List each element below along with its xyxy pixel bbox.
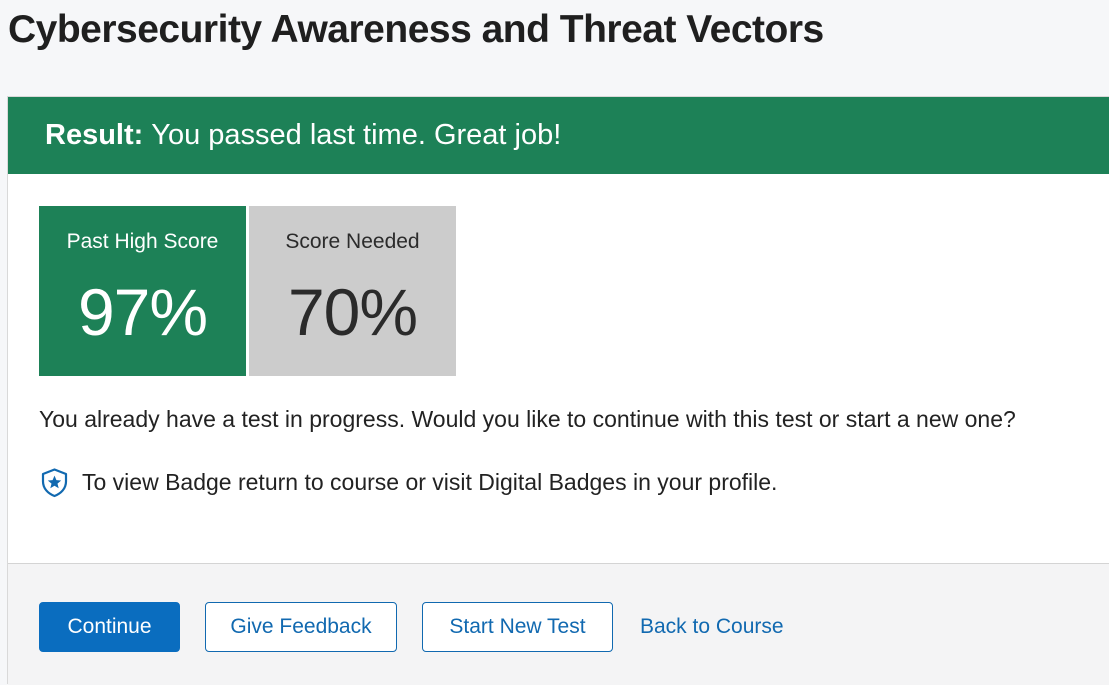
past-high-score-box: Past High Score 97% <box>39 206 246 376</box>
action-footer: Continue Give Feedback Start New Test Ba… <box>8 563 1109 685</box>
continue-button[interactable]: Continue <box>39 602 180 652</box>
back-to-course-link[interactable]: Back to Course <box>640 602 784 652</box>
test-result-card: Result: You passed last time. Great job!… <box>7 96 1109 685</box>
start-new-test-button[interactable]: Start New Test <box>422 602 613 652</box>
score-needed-caption: Score Needed <box>285 230 420 253</box>
score-needed-value: 70% <box>287 275 418 349</box>
score-needed-box: Score Needed 70% <box>249 206 456 376</box>
page-title: Cybersecurity Awareness and Threat Vecto… <box>8 8 824 51</box>
result-banner: Result: You passed last time. Great job! <box>8 97 1109 174</box>
result-message: You passed last time. Great job! <box>151 119 562 151</box>
badge-shield-star-icon <box>39 467 70 498</box>
give-feedback-button[interactable]: Give Feedback <box>205 602 397 652</box>
badge-note: To view Badge return to course or visit … <box>39 466 777 498</box>
test-in-progress-message: You already have a test in progress. Wou… <box>39 406 1016 432</box>
badge-note-text: To view Badge return to course or visit … <box>82 469 778 495</box>
past-high-score-value: 97% <box>77 275 208 349</box>
past-high-score-caption: Past High Score <box>66 230 219 253</box>
result-label: Result: <box>45 119 144 151</box>
